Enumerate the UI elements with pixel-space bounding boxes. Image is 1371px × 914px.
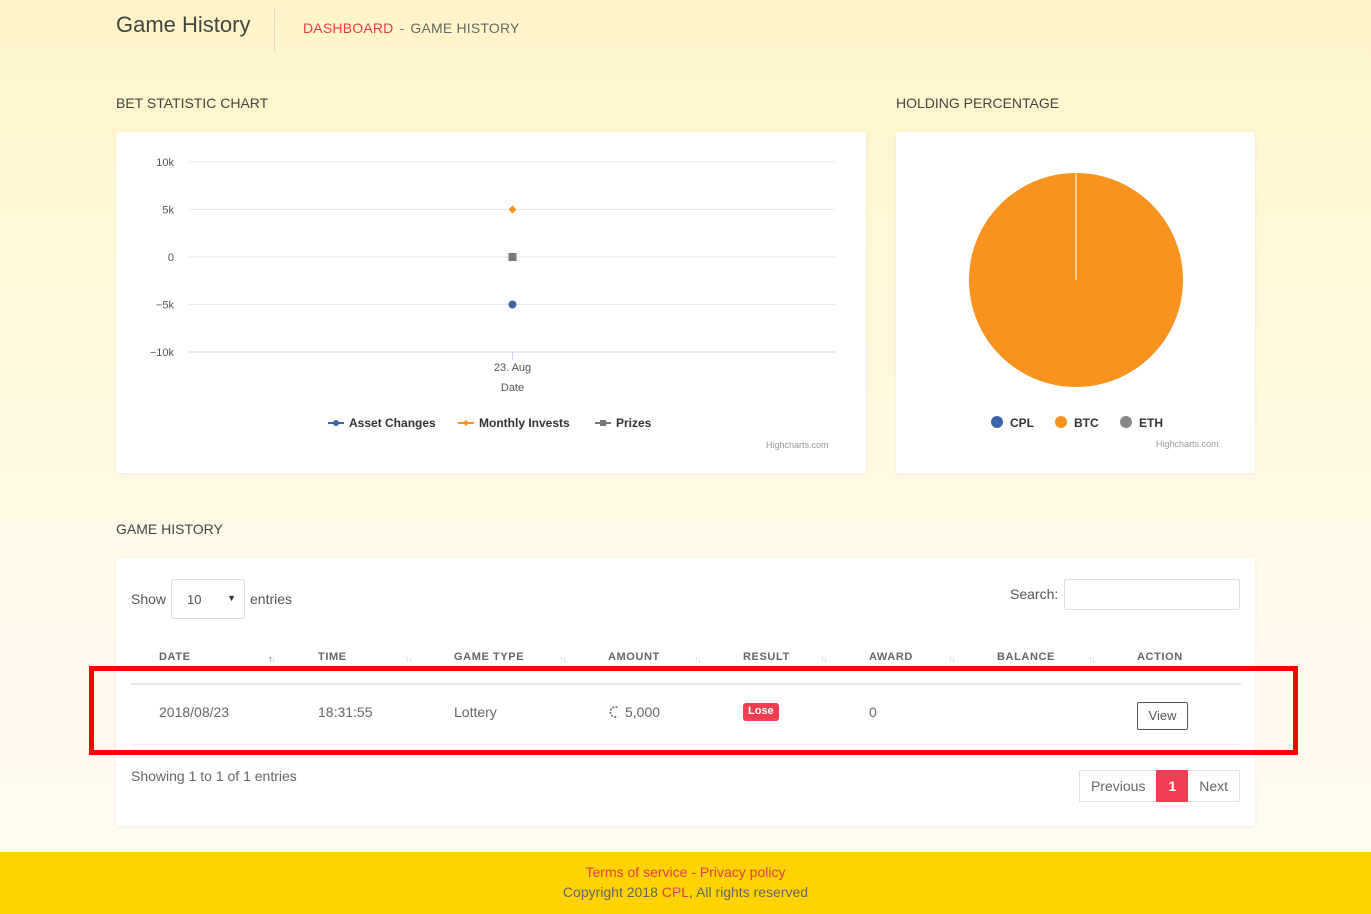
col-balance[interactable]: BALANCE [997, 651, 1055, 663]
sort-icon[interactable]: ↑↓ [559, 654, 567, 664]
y-tick-label: 5k [162, 205, 174, 217]
data-point [508, 300, 517, 309]
legend-label: Asset Changes [349, 416, 436, 430]
col-action: ACTION [1137, 651, 1183, 663]
sort-icon[interactable]: ↑↓ [694, 654, 702, 664]
holding-chart-card: CPL BTC ETH Highcharts.com [896, 132, 1255, 473]
chevron-down-icon: ▼ [227, 593, 236, 603]
footer-separator: - [687, 864, 700, 880]
col-result[interactable]: RESULT [743, 651, 790, 663]
legend-label: CPL [1010, 416, 1034, 430]
holding-percentage-chart: CPL BTC ETH [969, 173, 1183, 430]
data-point [508, 205, 517, 214]
breadcrumb-dashboard-link[interactable]: DASHBOARD [303, 20, 393, 36]
show-label: Show [131, 591, 167, 607]
search-input[interactable] [1064, 579, 1240, 610]
x-axis-title: Date [501, 382, 524, 394]
page-title: Game History [116, 12, 251, 37]
bet-chart-card: 10k 5k 0 −5k −10k 23. Aug Date Asset Changes Mon… [116, 132, 866, 473]
bet-chart-title: BET STATISTIC CHART [116, 95, 269, 111]
legend-symbol [600, 420, 606, 426]
breadcrumb-separator: - [399, 20, 405, 36]
legend-symbol [1120, 416, 1132, 428]
row-highlight-box [89, 666, 1298, 755]
data-point [508, 253, 517, 261]
col-date[interactable]: DATE [159, 651, 191, 663]
holding-chart-credit[interactable]: Highcharts.com [1156, 439, 1219, 449]
table-info: Showing 1 to 1 of 1 entries [131, 768, 297, 784]
legend-label: Monthly Invests [479, 416, 570, 430]
sort-asc-icon[interactable]: ↑↓ [268, 654, 276, 664]
breadcrumb: DASHBOARD - GAME HISTORY [303, 20, 520, 36]
legend-symbol [991, 416, 1003, 428]
breadcrumb-current: GAME HISTORY [410, 20, 520, 36]
legend-label: BTC [1074, 416, 1099, 430]
legend-marker [463, 420, 469, 426]
sort-icon[interactable]: ↑↓ [948, 654, 956, 664]
legend-symbol [1055, 416, 1067, 428]
legend-label: Prizes [616, 416, 652, 430]
y-tick-label: −5k [156, 300, 175, 312]
search-label: Search: [1010, 586, 1059, 602]
next-page-button[interactable]: Next [1188, 770, 1241, 802]
legend-symbol [333, 420, 339, 426]
col-amount[interactable]: AMOUNT [608, 651, 660, 663]
brand-link[interactable]: CPL [662, 884, 689, 900]
x-tick-label: 23. Aug [494, 362, 531, 374]
footer: Terms of service - Privacy policy Copyri… [0, 852, 1371, 914]
sort-icon[interactable]: ↑↓ [405, 654, 413, 664]
page-size-value: 10 [187, 592, 202, 607]
sort-icon[interactable]: ↑↓ [820, 654, 828, 664]
terms-link[interactable]: Terms of service [586, 864, 688, 880]
page-size-select[interactable]: 10 ▼ [171, 579, 245, 619]
y-tick-label: 10k [156, 157, 174, 169]
col-time[interactable]: TIME [318, 651, 347, 663]
copyright-suffix: , All rights reserved [689, 884, 809, 900]
entries-label: entries [250, 591, 293, 607]
legend-label: ETH [1139, 416, 1163, 430]
col-award[interactable]: AWARD [869, 651, 913, 663]
y-tick-label: −10k [150, 347, 175, 359]
legend-symbol [463, 420, 469, 426]
bet-statistic-chart: 10k 5k 0 −5k −10k 23. Aug Date Asset Changes Mon… [150, 157, 835, 430]
y-tick-label: 0 [168, 252, 174, 264]
copyright-prefix: Copyright 2018 [562, 884, 662, 900]
page-1-button[interactable]: 1 [1156, 770, 1189, 802]
header-divider [274, 8, 275, 52]
copyright: Copyright 2018 CPL, All rights reserved [0, 884, 1371, 900]
privacy-link[interactable]: Privacy policy [700, 864, 786, 880]
pagination: Previous 1 Next [1079, 770, 1241, 802]
holding-chart-title: HOLDING PERCENTAGE [896, 95, 1060, 111]
bet-chart-credit[interactable]: Highcharts.com [766, 440, 829, 450]
sort-icon[interactable]: ↑↓ [1088, 654, 1096, 664]
footer-links: Terms of service - Privacy policy [0, 864, 1371, 880]
history-title: GAME HISTORY [116, 521, 223, 537]
previous-page-button[interactable]: Previous [1079, 770, 1157, 802]
legend-marker [333, 420, 339, 426]
col-game-type[interactable]: GAME TYPE [454, 651, 524, 663]
legend-marker [600, 420, 606, 426]
